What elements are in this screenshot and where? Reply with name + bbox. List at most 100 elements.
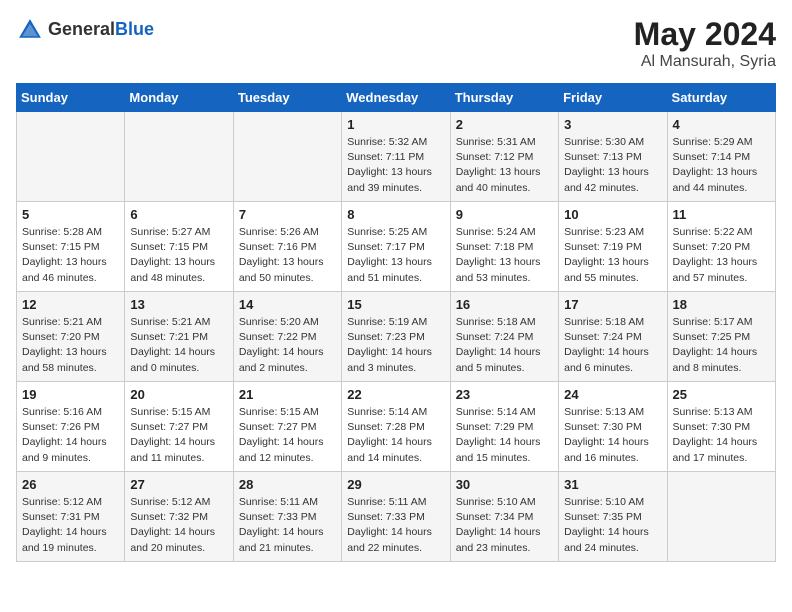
page-header: GeneralBlue May 2024 Al Mansurah, Syria	[16, 16, 776, 71]
day-number: 16	[456, 297, 553, 312]
calendar-week-row: 1 Sunrise: 5:32 AM Sunset: 7:11 PM Daylig…	[17, 112, 776, 202]
calendar-cell: 16 Sunrise: 5:18 AM Sunset: 7:24 PM Dayli…	[450, 292, 558, 382]
day-content: Sunrise: 5:17 AM Sunset: 7:25 PM Dayligh…	[673, 315, 770, 376]
day-number: 5	[22, 207, 119, 222]
day-content: Sunrise: 5:10 AM Sunset: 7:34 PM Dayligh…	[456, 495, 553, 556]
day-content: Sunrise: 5:12 AM Sunset: 7:32 PM Dayligh…	[130, 495, 227, 556]
day-number: 10	[564, 207, 661, 222]
weekday-header-sunday: Sunday	[17, 84, 125, 112]
day-number: 2	[456, 117, 553, 132]
calendar-cell: 28 Sunrise: 5:11 AM Sunset: 7:33 PM Dayli…	[233, 472, 341, 562]
day-number: 25	[673, 387, 770, 402]
calendar-cell: 9Sunrise: 5:24 AM Sunset: 7:18 PM Daylig…	[450, 202, 558, 292]
calendar-table: SundayMondayTuesdayWednesdayThursdayFrid…	[16, 83, 776, 562]
weekday-header-saturday: Saturday	[667, 84, 775, 112]
day-content: Sunrise: 5:20 AM Sunset: 7:22 PM Dayligh…	[239, 315, 336, 376]
weekday-header-friday: Friday	[559, 84, 667, 112]
day-content: Sunrise: 5:15 AM Sunset: 7:27 PM Dayligh…	[130, 405, 227, 466]
day-number: 19	[22, 387, 119, 402]
calendar-cell: 12Sunrise: 5:21 AM Sunset: 7:20 PM Dayli…	[17, 292, 125, 382]
day-content: Sunrise: 5:27 AM Sunset: 7:15 PM Dayligh…	[130, 225, 227, 286]
calendar-cell: 1 Sunrise: 5:32 AM Sunset: 7:11 PM Daylig…	[342, 112, 450, 202]
day-content: Sunrise: 5:13 AM Sunset: 7:30 PM Dayligh…	[564, 405, 661, 466]
calendar-title: May 2024	[634, 16, 776, 53]
day-content: Sunrise: 5:30 AM Sunset: 7:13 PM Dayligh…	[564, 135, 661, 196]
calendar-location: Al Mansurah, Syria	[634, 53, 776, 71]
calendar-cell: 21Sunrise: 5:15 AM Sunset: 7:27 PM Dayli…	[233, 382, 341, 472]
calendar-cell	[667, 472, 775, 562]
day-number: 13	[130, 297, 227, 312]
day-content: Sunrise: 5:11 AM Sunset: 7:33 PM Dayligh…	[239, 495, 336, 556]
calendar-cell: 5 Sunrise: 5:28 AM Sunset: 7:15 PM Daylig…	[17, 202, 125, 292]
day-number: 29	[347, 477, 444, 492]
day-number: 30	[456, 477, 553, 492]
day-content: Sunrise: 5:26 AM Sunset: 7:16 PM Dayligh…	[239, 225, 336, 286]
day-number: 4	[673, 117, 770, 132]
day-content: Sunrise: 5:10 AM Sunset: 7:35 PM Dayligh…	[564, 495, 661, 556]
day-content: Sunrise: 5:18 AM Sunset: 7:24 PM Dayligh…	[564, 315, 661, 376]
day-content: Sunrise: 5:14 AM Sunset: 7:28 PM Dayligh…	[347, 405, 444, 466]
day-content: Sunrise: 5:11 AM Sunset: 7:33 PM Dayligh…	[347, 495, 444, 556]
day-number: 27	[130, 477, 227, 492]
calendar-week-row: 19 Sunrise: 5:16 AM Sunset: 7:26 PM Dayli…	[17, 382, 776, 472]
day-content: Sunrise: 5:25 AM Sunset: 7:17 PM Dayligh…	[347, 225, 444, 286]
day-content: Sunrise: 5:16 AM Sunset: 7:26 PM Dayligh…	[22, 405, 119, 466]
logo-general: GeneralBlue	[48, 20, 154, 40]
day-number: 1	[347, 117, 444, 132]
day-number: 6	[130, 207, 227, 222]
calendar-cell: 11 Sunrise: 5:22 AM Sunset: 7:20 PM Dayli…	[667, 202, 775, 292]
day-number: 17	[564, 297, 661, 312]
calendar-cell: 31Sunrise: 5:10 AM Sunset: 7:35 PM Dayli…	[559, 472, 667, 562]
day-number: 3	[564, 117, 661, 132]
day-number: 22	[347, 387, 444, 402]
day-number: 15	[347, 297, 444, 312]
day-content: Sunrise: 5:12 AM Sunset: 7:31 PM Dayligh…	[22, 495, 119, 556]
calendar-cell: 25 Sunrise: 5:13 AM Sunset: 7:30 PM Dayli…	[667, 382, 775, 472]
day-number: 20	[130, 387, 227, 402]
day-number: 14	[239, 297, 336, 312]
day-content: Sunrise: 5:15 AM Sunset: 7:27 PM Dayligh…	[239, 405, 336, 466]
calendar-week-row: 12Sunrise: 5:21 AM Sunset: 7:20 PM Dayli…	[17, 292, 776, 382]
calendar-cell	[17, 112, 125, 202]
calendar-cell: 24Sunrise: 5:13 AM Sunset: 7:30 PM Dayli…	[559, 382, 667, 472]
day-number: 9	[456, 207, 553, 222]
calendar-cell: 19 Sunrise: 5:16 AM Sunset: 7:26 PM Dayli…	[17, 382, 125, 472]
logo-icon	[16, 16, 44, 44]
calendar-cell: 30 Sunrise: 5:10 AM Sunset: 7:34 PM Dayli…	[450, 472, 558, 562]
day-content: Sunrise: 5:21 AM Sunset: 7:21 PM Dayligh…	[130, 315, 227, 376]
day-content: Sunrise: 5:14 AM Sunset: 7:29 PM Dayligh…	[456, 405, 553, 466]
calendar-week-row: 26 Sunrise: 5:12 AM Sunset: 7:31 PM Dayli…	[17, 472, 776, 562]
day-content: Sunrise: 5:13 AM Sunset: 7:30 PM Dayligh…	[673, 405, 770, 466]
day-content: Sunrise: 5:23 AM Sunset: 7:19 PM Dayligh…	[564, 225, 661, 286]
day-content: Sunrise: 5:28 AM Sunset: 7:15 PM Dayligh…	[22, 225, 119, 286]
weekday-header-monday: Monday	[125, 84, 233, 112]
title-block: May 2024 Al Mansurah, Syria	[634, 16, 776, 71]
day-content: Sunrise: 5:32 AM Sunset: 7:11 PM Dayligh…	[347, 135, 444, 196]
calendar-cell: 2Sunrise: 5:31 AM Sunset: 7:12 PM Daylig…	[450, 112, 558, 202]
calendar-cell: 8 Sunrise: 5:25 AM Sunset: 7:17 PM Daylig…	[342, 202, 450, 292]
calendar-cell	[125, 112, 233, 202]
calendar-week-row: 5 Sunrise: 5:28 AM Sunset: 7:15 PM Daylig…	[17, 202, 776, 292]
calendar-cell: 26 Sunrise: 5:12 AM Sunset: 7:31 PM Dayli…	[17, 472, 125, 562]
calendar-cell: 27 Sunrise: 5:12 AM Sunset: 7:32 PM Dayli…	[125, 472, 233, 562]
day-content: Sunrise: 5:22 AM Sunset: 7:20 PM Dayligh…	[673, 225, 770, 286]
weekday-header-tuesday: Tuesday	[233, 84, 341, 112]
calendar-cell: 23Sunrise: 5:14 AM Sunset: 7:29 PM Dayli…	[450, 382, 558, 472]
day-number: 11	[673, 207, 770, 222]
calendar-cell	[233, 112, 341, 202]
calendar-cell: 18 Sunrise: 5:17 AM Sunset: 7:25 PM Dayli…	[667, 292, 775, 382]
day-content: Sunrise: 5:18 AM Sunset: 7:24 PM Dayligh…	[456, 315, 553, 376]
day-number: 26	[22, 477, 119, 492]
calendar-cell: 6 Sunrise: 5:27 AM Sunset: 7:15 PM Daylig…	[125, 202, 233, 292]
day-number: 28	[239, 477, 336, 492]
calendar-cell: 29 Sunrise: 5:11 AM Sunset: 7:33 PM Dayli…	[342, 472, 450, 562]
calendar-cell: 22 Sunrise: 5:14 AM Sunset: 7:28 PM Dayli…	[342, 382, 450, 472]
day-number: 8	[347, 207, 444, 222]
calendar-cell: 14 Sunrise: 5:20 AM Sunset: 7:22 PM Dayli…	[233, 292, 341, 382]
calendar-cell: 10 Sunrise: 5:23 AM Sunset: 7:19 PM Dayli…	[559, 202, 667, 292]
calendar-cell: 4Sunrise: 5:29 AM Sunset: 7:14 PM Daylig…	[667, 112, 775, 202]
calendar-cell: 3 Sunrise: 5:30 AM Sunset: 7:13 PM Daylig…	[559, 112, 667, 202]
day-number: 18	[673, 297, 770, 312]
logo: GeneralBlue	[16, 16, 154, 44]
weekday-header-wednesday: Wednesday	[342, 84, 450, 112]
